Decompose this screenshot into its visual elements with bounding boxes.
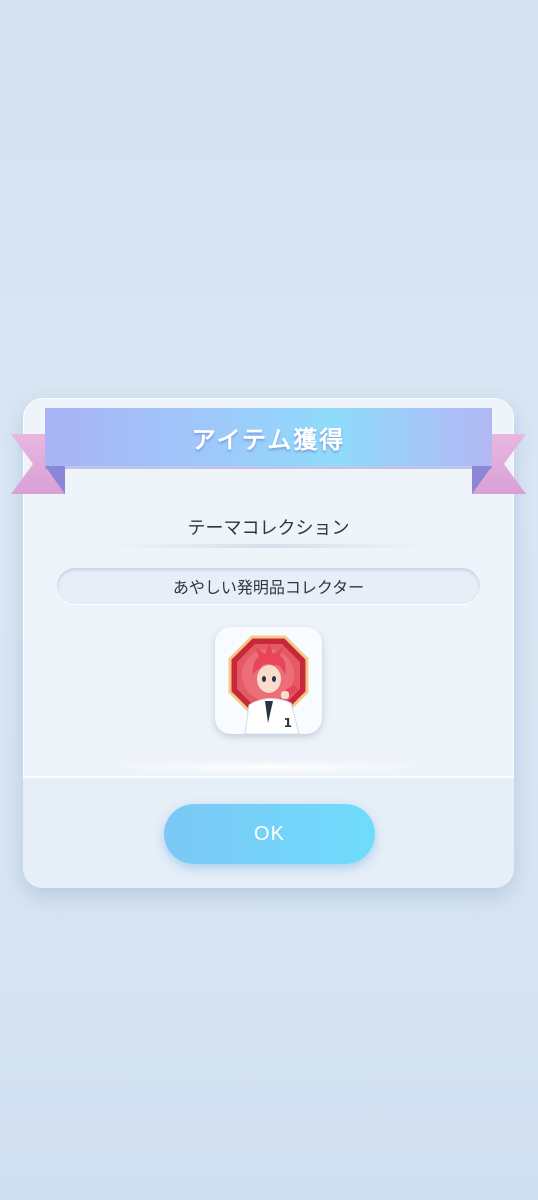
dialog-title: アイテム獲得 — [191, 425, 346, 454]
title-ribbon: アイテム獲得 — [45, 408, 492, 466]
ok-label: OK — [254, 822, 285, 845]
item-card[interactable]: 1 — [215, 627, 322, 734]
item-category: テーマコレクション — [187, 518, 350, 539]
ok-button[interactable]: OK — [164, 804, 375, 864]
item-name: あやしい発明品コレクター — [172, 578, 365, 597]
category-underline — [110, 544, 428, 548]
character-badge-icon — [228, 635, 309, 734]
item-count: 1 — [283, 716, 292, 730]
divider-shine — [103, 760, 434, 774]
item-name-field: あやしい発明品コレクター — [57, 568, 480, 604]
footer-divider — [23, 776, 514, 778]
